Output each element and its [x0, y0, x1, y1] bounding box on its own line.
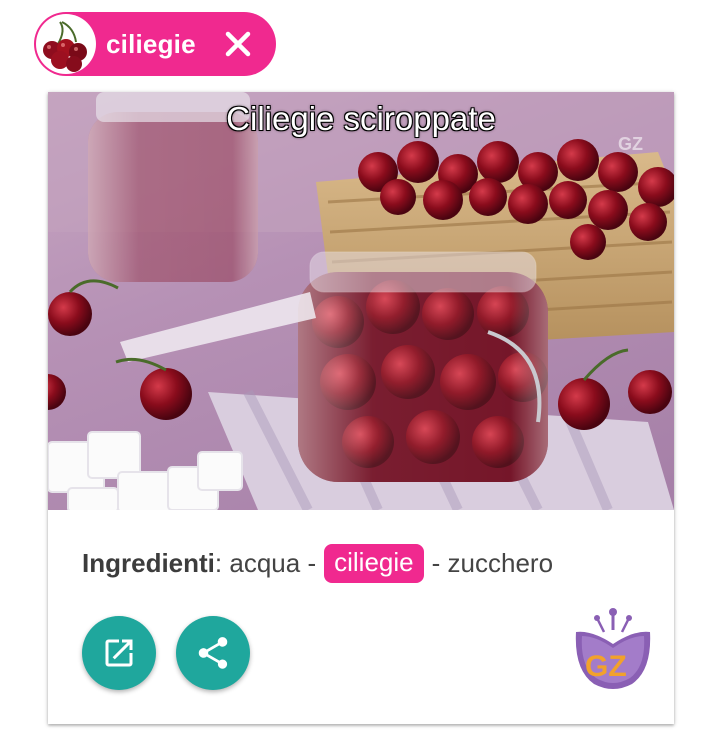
share-button[interactable] [176, 616, 250, 690]
ingredient-divider: - [431, 548, 441, 578]
ingredients-separator: : [214, 548, 223, 578]
ingredient-item: zucchero [447, 548, 554, 578]
chip-label: ciliegie [106, 28, 196, 59]
share-icon [198, 637, 228, 669]
ingredient-item: acqua [229, 548, 301, 578]
giallozafferano-logo: GZ [572, 604, 654, 694]
recipe-title: Ciliegie sciroppate [226, 100, 496, 137]
cherries-icon [36, 14, 96, 74]
filter-chip[interactable]: ciliegie [34, 12, 276, 76]
recipe-card[interactable]: GZ Ciliegie sciroppate Ingredienti: acqu… [48, 92, 674, 724]
ingredient-divider: - [307, 548, 317, 578]
ingredients-line: Ingredienti: acqua - ciliegie - zucchero [82, 544, 553, 583]
open-recipe-button[interactable] [82, 616, 156, 690]
recipe-image[interactable]: GZ Ciliegie sciroppate [48, 92, 674, 510]
ingredient-item-highlighted[interactable]: ciliegie [324, 544, 424, 583]
logo-text: GZ [585, 650, 627, 683]
close-icon[interactable] [216, 22, 260, 66]
open-in-new-icon [105, 639, 133, 667]
ingredients-label: Ingredienti [82, 548, 215, 578]
